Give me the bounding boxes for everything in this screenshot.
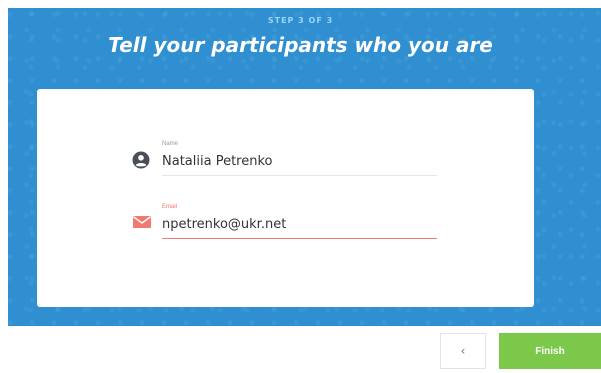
page-title: Tell your participants who you are	[108, 33, 493, 57]
name-underline	[162, 175, 437, 176]
back-button[interactable]: ‹	[440, 333, 486, 369]
email-underline	[162, 238, 437, 239]
email-field[interactable]: Email npetrenko@ukr.net	[132, 204, 437, 239]
name-field-label: Name	[162, 141, 179, 147]
name-input[interactable]: Nataliia Petrenko	[162, 154, 272, 169]
form-card: Name Nataliia Petrenko Email npetrenko@u…	[37, 89, 534, 307]
user-circle-icon	[132, 151, 150, 169]
email-field-label: Email	[162, 204, 178, 210]
name-field[interactable]: Name Nataliia Petrenko	[132, 141, 437, 176]
finish-button[interactable]: Finish	[499, 333, 601, 369]
step-indicator: STEP 3 OF 3	[267, 16, 334, 25]
envelope-icon	[132, 214, 151, 232]
email-input[interactable]: npetrenko@ukr.net	[162, 217, 286, 232]
